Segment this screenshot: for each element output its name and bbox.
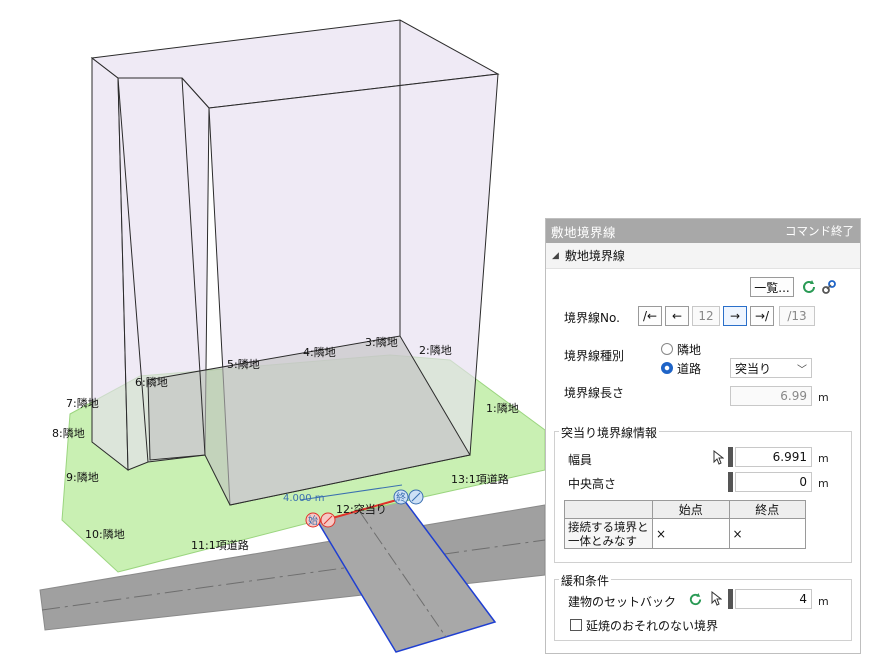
fireproof-label: 延焼のおそれのない境界 — [586, 619, 719, 633]
boundary-length-field: 6.99 — [730, 386, 812, 406]
boundary-length-unit: m — [818, 391, 829, 404]
cursor-pick-icon[interactable] — [711, 448, 725, 466]
boundary-label-6[interactable]: 6:隣地 — [135, 375, 168, 389]
setback-slider-handle[interactable] — [728, 589, 733, 609]
boundary-no-label: 境界線No. — [564, 311, 620, 325]
setback-label: 建物のセットバック — [568, 595, 677, 609]
table-header-start: 始点 — [652, 500, 730, 519]
radio-road-label: 道路 — [677, 362, 702, 376]
section-title: 敷地境界線 — [564, 249, 625, 263]
collapse-triangle-icon[interactable]: ◢ — [552, 251, 559, 261]
refresh-icon[interactable] — [800, 277, 818, 297]
boundary-label-7[interactable]: 7:隣地 — [66, 396, 99, 410]
boundary-label-12[interactable]: 12:突当り — [336, 502, 387, 516]
radio-road[interactable] — [661, 362, 673, 374]
boundary-label-4[interactable]: 4:隣地 — [303, 345, 336, 359]
total-boundary-count: /13 — [779, 306, 815, 326]
center-height-field[interactable]: 0 — [735, 472, 812, 492]
next-boundary-button[interactable]: → — [723, 306, 747, 326]
current-boundary-no[interactable]: 12 — [692, 306, 720, 326]
table-header-row: 始点 終点 — [564, 500, 806, 519]
center-height-unit: m — [818, 477, 829, 490]
boundary-length-label: 境界線長さ — [564, 386, 625, 400]
boundary-label-10[interactable]: 10:隣地 — [85, 527, 125, 541]
section-header[interactable]: ◢ 敷地境界線 — [546, 243, 860, 269]
boundary-properties-panel: 敷地境界線 コマンド終了 ◢ 敷地境界線 一覧... 境界線No. /← ← 1… — [545, 218, 861, 654]
setback-cursor-icon[interactable] — [709, 589, 723, 607]
last-boundary-button[interactable]: →/ — [750, 306, 774, 326]
first-boundary-button[interactable]: /← — [638, 306, 662, 326]
width-unit: m — [818, 452, 829, 465]
fireproof-checkbox[interactable] — [570, 619, 582, 631]
boundary-label-2[interactable]: 2:隣地 — [419, 343, 452, 357]
radio-neighbor[interactable] — [661, 343, 673, 355]
width-field[interactable]: 6.991 — [735, 447, 812, 467]
dimension-label: 4.000 m — [283, 493, 325, 504]
width-slider-handle[interactable] — [728, 447, 733, 467]
boundary-label-11[interactable]: 11:1項道路 — [191, 538, 249, 552]
setback-refresh-icon[interactable] — [686, 589, 704, 609]
table-header-end: 終点 — [728, 500, 806, 519]
boundary-label-9[interactable]: 9:隣地 — [66, 470, 99, 484]
center-height-label: 中央高さ — [568, 477, 617, 491]
radio-neighbor-label: 隣地 — [677, 343, 702, 357]
deadend-info-title: 突当り境界線情報 — [559, 424, 660, 441]
table-cell-end[interactable]: × — [728, 518, 806, 549]
end-marker-label: 終 — [396, 491, 406, 504]
width-label: 幅員 — [568, 453, 593, 467]
end-command-button[interactable]: コマンド終了 — [785, 223, 854, 239]
table-cell-start[interactable]: × — [652, 518, 730, 549]
relaxation-title: 緩和条件 — [559, 572, 612, 589]
table-row: 接続する境界と一体とみなす × × — [564, 518, 806, 549]
app-window: 1:隣地 2:隣地 3:隣地 4:隣地 5:隣地 6:隣地 7:隣地 8:隣地 … — [0, 0, 878, 662]
table-header-empty — [564, 500, 653, 519]
table-row-label: 接続する境界と一体とみなす — [564, 518, 653, 549]
setback-unit: m — [818, 595, 829, 608]
list-button[interactable]: 一覧... — [750, 277, 794, 297]
setback-field[interactable]: 4 — [735, 589, 812, 609]
boundary-label-13[interactable]: 13:1項道路 — [451, 472, 509, 486]
deadend-connection-table: 始点 終点 接続する境界と一体とみなす × × — [564, 500, 806, 549]
boundary-label-3[interactable]: 3:隣地 — [365, 335, 398, 349]
center-height-slider-handle[interactable] — [728, 472, 733, 492]
boundary-type-label: 境界線種別 — [564, 349, 625, 363]
boundary-label-1[interactable]: 1:隣地 — [486, 401, 519, 415]
panel-titlebar: 敷地境界線 コマンド終了 — [546, 219, 860, 243]
boundary-label-8[interactable]: 8:隣地 — [52, 426, 85, 440]
chevron-down-icon: ﹀ — [797, 364, 807, 376]
prev-boundary-button[interactable]: ← — [665, 306, 689, 326]
road-type-select[interactable]: 突当り ﹀ — [730, 358, 812, 378]
link-icon[interactable] — [820, 277, 838, 297]
road-type-value: 突当り — [735, 361, 772, 376]
boundary-label-5[interactable]: 5:隣地 — [227, 357, 260, 371]
start-marker-label: 始 — [308, 514, 318, 527]
panel-title: 敷地境界線 — [551, 224, 617, 240]
